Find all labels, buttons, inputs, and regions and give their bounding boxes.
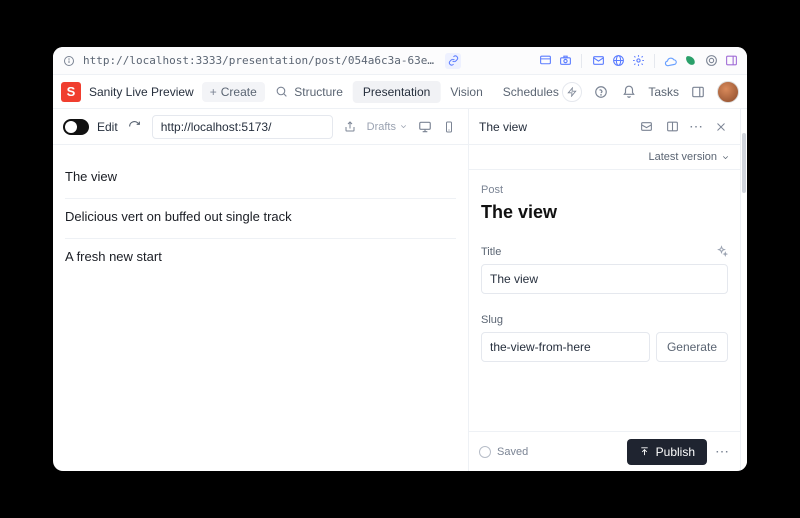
saved-label: Saved xyxy=(497,446,528,458)
close-icon[interactable] xyxy=(712,118,730,136)
tab-vision[interactable]: Vision xyxy=(440,81,492,103)
document-pane: The view ⋯ Latest version Post The view xyxy=(469,109,741,471)
drafts-label: Drafts xyxy=(367,121,396,133)
ext-cloud-icon[interactable] xyxy=(663,53,679,69)
document-body: Post The view Title The view Slug the-v xyxy=(469,170,740,431)
browser-url[interactable]: http://localhost:3333/presentation/post/… xyxy=(83,54,439,67)
help-icon[interactable] xyxy=(592,83,610,101)
slug-value: the-view-from-here xyxy=(490,340,591,354)
footer-more-icon[interactable]: ⋯ xyxy=(715,443,730,460)
generate-button[interactable]: Generate xyxy=(656,332,728,362)
bell-icon[interactable] xyxy=(620,83,638,101)
version-label-text: Latest version xyxy=(649,151,717,163)
mobile-icon[interactable] xyxy=(440,118,458,136)
preview-pane: Edit http://localhost:5173/ Drafts xyxy=(53,109,469,471)
sanity-logo[interactable]: S xyxy=(61,82,81,102)
slug-field-label: Slug xyxy=(481,314,728,326)
ext-bean-icon[interactable] xyxy=(683,53,699,69)
plus-icon: + xyxy=(210,85,217,99)
list-item[interactable]: A fresh new start xyxy=(65,239,456,264)
preview-url-input[interactable]: http://localhost:5173/ xyxy=(152,115,333,139)
edit-toggle[interactable] xyxy=(63,119,89,135)
split-icon[interactable] xyxy=(663,118,681,136)
preview-toolbar: Edit http://localhost:5173/ Drafts xyxy=(53,109,468,145)
avatar[interactable] xyxy=(717,81,739,103)
ai-assist-icon[interactable] xyxy=(715,245,728,258)
publish-icon xyxy=(639,446,650,457)
slug-label-text: Slug xyxy=(481,314,503,326)
ext-mail-icon[interactable] xyxy=(590,53,606,69)
more-icon[interactable]: ⋯ xyxy=(689,118,704,135)
slug-input[interactable]: the-view-from-here xyxy=(481,332,650,362)
browser-ext-group-3 xyxy=(663,53,739,69)
chevron-down-icon xyxy=(721,153,730,162)
ext-window-icon[interactable] xyxy=(537,53,553,69)
status-indicator-icon xyxy=(479,446,491,458)
ext-panel-icon[interactable] xyxy=(723,53,739,69)
nav-tabs: Structure Presentation Vision Schedules xyxy=(284,81,569,103)
ext-camera-icon[interactable] xyxy=(557,53,573,69)
desktop-icon[interactable] xyxy=(416,118,434,136)
document-footer: Saved Publish ⋯ xyxy=(469,431,740,471)
chevron-down-icon xyxy=(399,122,408,131)
publish-button[interactable]: Publish xyxy=(627,439,707,465)
title-label-text: Title xyxy=(481,246,501,258)
document-heading: The view xyxy=(481,202,728,223)
app-window: http://localhost:3333/presentation/post/… xyxy=(53,47,747,471)
version-row: Latest version xyxy=(469,145,740,170)
document-pane-title: The view xyxy=(479,120,629,134)
content-area: Edit http://localhost:5173/ Drafts xyxy=(53,109,747,471)
info-icon[interactable] xyxy=(61,53,77,69)
document-header: The view ⋯ xyxy=(469,109,740,145)
browser-ext-group-2 xyxy=(590,53,646,69)
browser-address-bar: http://localhost:3333/presentation/post/… xyxy=(53,47,747,75)
saved-status: Saved xyxy=(479,446,619,458)
panel-right-icon[interactable] xyxy=(689,83,707,101)
list-item[interactable]: The view xyxy=(65,159,456,199)
tab-presentation[interactable]: Presentation xyxy=(353,81,440,103)
ext-gear-icon[interactable] xyxy=(630,53,646,69)
tab-structure[interactable]: Structure xyxy=(284,81,353,103)
preview-body: The view Delicious vert on buffed out si… xyxy=(53,145,468,471)
create-label: Create xyxy=(221,85,257,99)
document-type-label: Post xyxy=(481,184,728,196)
inspect-icon[interactable] xyxy=(637,118,655,136)
create-button[interactable]: + Create xyxy=(202,82,265,102)
list-item[interactable]: Delicious vert on buffed out single trac… xyxy=(65,199,456,239)
share-icon[interactable] xyxy=(341,118,359,136)
link-icon[interactable] xyxy=(445,53,461,69)
title-field-label: Title xyxy=(481,245,728,258)
drafts-dropdown[interactable]: Drafts xyxy=(367,121,408,133)
app-topbar: S Sanity Live Preview + Create Structure… xyxy=(53,75,747,109)
topbar-right: Tasks xyxy=(562,81,739,103)
ext-target-icon[interactable] xyxy=(703,53,719,69)
ext-globe-icon[interactable] xyxy=(610,53,626,69)
tab-schedules[interactable]: Schedules xyxy=(493,81,569,103)
publish-label: Publish xyxy=(656,445,695,459)
preview-url-value: http://localhost:5173/ xyxy=(161,120,272,134)
generate-label: Generate xyxy=(667,340,717,354)
browser-ext-group-1 xyxy=(537,53,573,69)
app-brand: Sanity Live Preview xyxy=(89,85,194,99)
refresh-icon[interactable] xyxy=(126,118,144,136)
title-value: The view xyxy=(490,272,538,286)
scrollbar[interactable] xyxy=(741,109,747,471)
title-input[interactable]: The view xyxy=(481,264,728,294)
version-dropdown[interactable]: Latest version xyxy=(649,151,730,163)
tasks-label[interactable]: Tasks xyxy=(648,85,679,99)
edit-label: Edit xyxy=(97,120,118,134)
